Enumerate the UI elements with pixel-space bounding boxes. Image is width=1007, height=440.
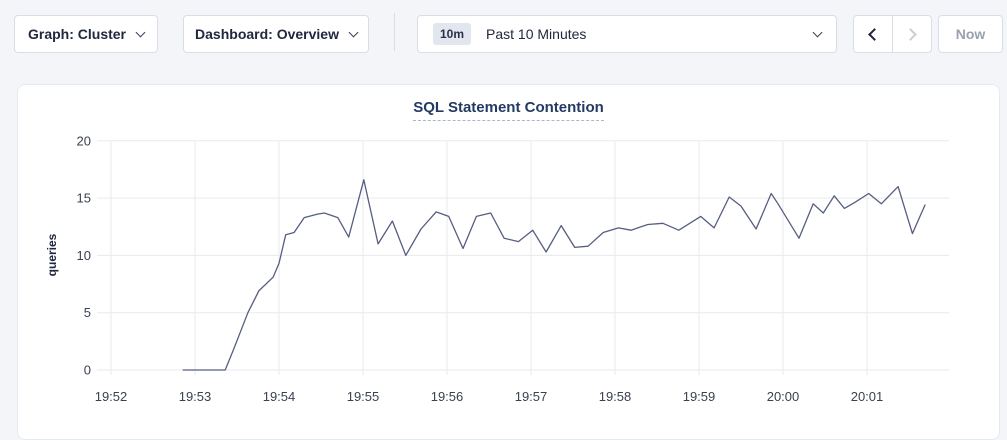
now-button-label: Now: [956, 26, 986, 42]
dashboard-dropdown-label: Dashboard: Overview: [195, 26, 339, 42]
x-tick-label: 19:55: [347, 389, 380, 404]
x-tick-label: 19:53: [179, 389, 212, 404]
time-window-badge: 10m: [433, 23, 471, 45]
graph-dropdown-label: Graph: Cluster: [28, 26, 126, 42]
x-tick-label: 19:56: [431, 389, 464, 404]
chart-title[interactable]: SQL Statement Contention: [413, 99, 604, 121]
toolbar-divider: [394, 13, 395, 51]
contention-chart[interactable]: 0 5 10 15 20 19:52 19:53 19:54 19:55 19:56 19:57 19…: [18, 85, 1001, 433]
now-button[interactable]: Now: [938, 15, 1003, 53]
x-tick-label: 20:00: [767, 389, 800, 404]
chevron-left-icon: [868, 28, 881, 41]
chevron-right-icon: [904, 28, 917, 41]
previous-time-button[interactable]: [854, 16, 892, 52]
time-pager: [853, 15, 932, 53]
chart-title-row: SQL Statement Contention: [18, 99, 999, 121]
x-tick-label: 20:01: [851, 389, 884, 404]
x-tick-label: 19:54: [263, 389, 296, 404]
y-tick-label: 5: [84, 305, 91, 320]
y-tick-label: 15: [77, 191, 91, 206]
next-time-button[interactable]: [892, 16, 931, 52]
y-tick-label: 0: [84, 363, 91, 378]
time-range-selector[interactable]: 10m Past 10 Minutes: [417, 15, 837, 53]
contention-chart-svg[interactable]: 0 5 10 15 20 19:52 19:53 19:54 19:55 19:56 19:57 19…: [18, 85, 1001, 433]
chevron-down-icon: [136, 27, 146, 37]
chart-card: 0 5 10 15 20 19:52 19:53 19:54 19:55 19:56 19:57 19…: [17, 84, 1000, 440]
series-line: [183, 180, 925, 370]
x-tick-label: 19:57: [515, 389, 548, 404]
y-tick-label: 20: [77, 133, 91, 148]
time-range-label: Past 10 Minutes: [486, 26, 586, 42]
chevron-down-icon: [813, 27, 823, 37]
graph-dropdown[interactable]: Graph: Cluster: [14, 15, 158, 53]
chevron-down-icon: [349, 27, 359, 37]
toolbar: Graph: Cluster Dashboard: Overview 10m P…: [0, 0, 1007, 70]
y-tick-label: 10: [77, 248, 91, 263]
dashboard-dropdown[interactable]: Dashboard: Overview: [183, 15, 369, 53]
y-axis-title: queries: [45, 233, 59, 276]
x-tick-label: 19:58: [599, 389, 632, 404]
x-tick-label: 19:59: [683, 389, 716, 404]
x-tick-label: 19:52: [95, 389, 128, 404]
